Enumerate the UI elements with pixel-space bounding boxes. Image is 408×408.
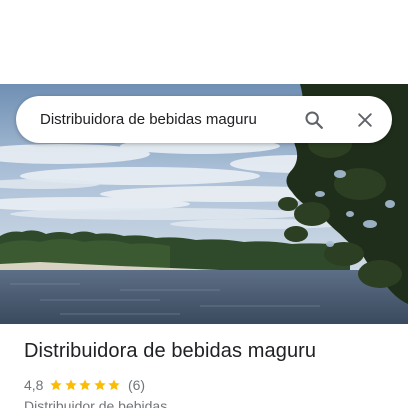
star-icon bbox=[65, 379, 77, 391]
place-title: Distribuidora de bebidas maguru bbox=[24, 340, 317, 362]
star-icon bbox=[50, 379, 63, 391]
rating-row[interactable]: 4,8 (6) bbox=[24, 376, 145, 394]
search-button[interactable] bbox=[301, 107, 327, 133]
place-category: Distribuidor de bebidas bbox=[24, 398, 168, 408]
magnify-icon bbox=[305, 111, 323, 129]
close-icon bbox=[358, 113, 372, 127]
star-rating bbox=[49, 378, 122, 392]
top-blank-area bbox=[0, 0, 408, 84]
review-count[interactable]: (6) bbox=[128, 377, 145, 393]
clear-search-button[interactable] bbox=[352, 107, 378, 133]
star-icon bbox=[108, 379, 121, 391]
rating-value: 4,8 bbox=[24, 377, 44, 393]
maps-place-view: Distribuidora de bebidas maguru Distribu… bbox=[0, 0, 408, 408]
star-icon bbox=[94, 379, 106, 391]
place-info-panel: Distribuidora de bebidas maguru 4,8 (6) … bbox=[0, 324, 408, 408]
search-input[interactable]: Distribuidora de bebidas maguru bbox=[40, 96, 257, 143]
star-icon bbox=[79, 379, 92, 391]
search-bar[interactable]: Distribuidora de bebidas maguru bbox=[16, 96, 392, 143]
